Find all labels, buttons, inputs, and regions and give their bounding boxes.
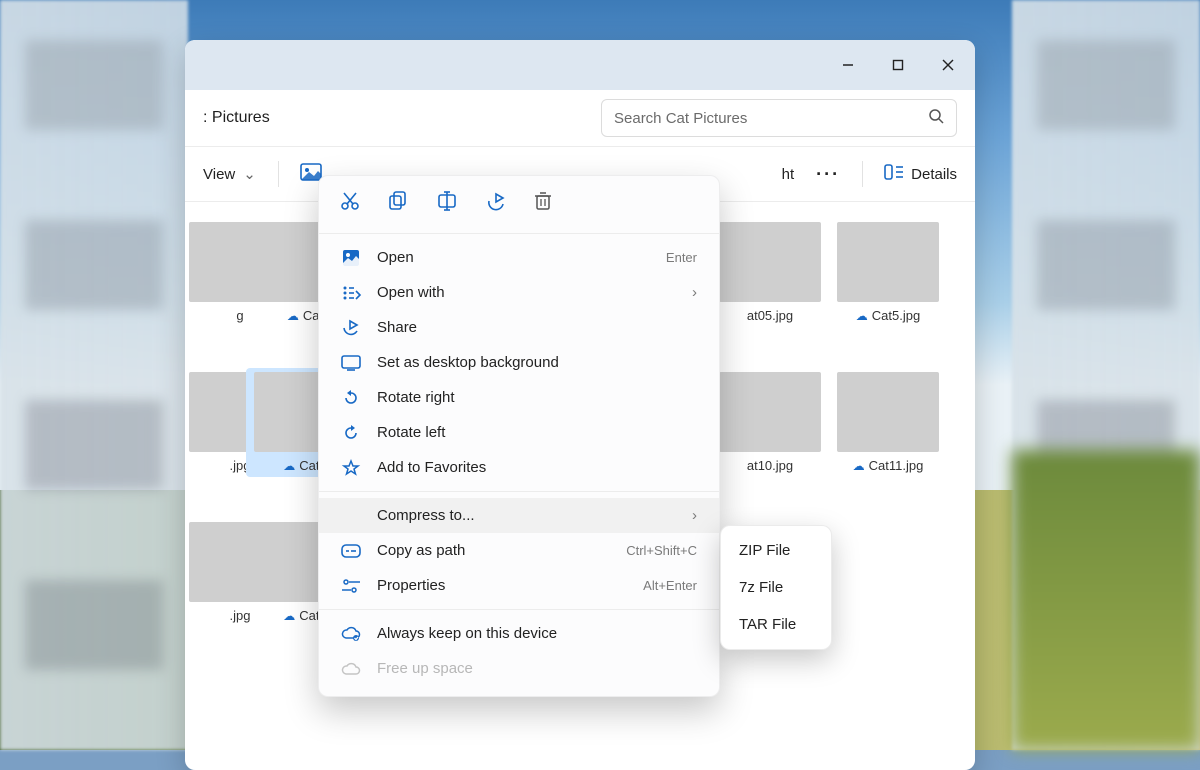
- cut-icon[interactable]: [341, 192, 359, 215]
- menu-share[interactable]: Share: [319, 310, 719, 345]
- context-menu: OpenEnter Open with› Share Set as deskto…: [318, 175, 720, 697]
- cloud-icon: ☁: [283, 609, 295, 623]
- cloud-keep-icon: [341, 627, 361, 641]
- details-view-button[interactable]: Details: [885, 165, 957, 183]
- menu-properties[interactable]: PropertiesAlt+Enter: [319, 568, 719, 603]
- compress-submenu: ZIP File 7z File TAR File: [720, 525, 832, 650]
- toolbar-separator: [278, 161, 279, 187]
- copy-icon[interactable]: [389, 192, 407, 215]
- menu-add-favorites[interactable]: Add to Favorites: [319, 450, 719, 485]
- chevron-right-icon: ›: [692, 507, 697, 524]
- minimize-button[interactable]: [825, 48, 871, 82]
- open-with-icon: [341, 285, 361, 301]
- more-button[interactable]: ···: [816, 164, 840, 185]
- menu-open-with[interactable]: Open with›: [319, 275, 719, 310]
- path-icon: [341, 545, 361, 557]
- search-placeholder: Search Cat Pictures: [614, 110, 747, 127]
- menu-copy-as-path[interactable]: Copy as pathCtrl+Shift+C: [319, 533, 719, 568]
- close-button[interactable]: [925, 48, 971, 82]
- menu-compress-to[interactable]: Compress to...›: [319, 498, 719, 533]
- chevron-down-icon: ⌄: [243, 165, 256, 183]
- menu-rotate-left[interactable]: Rotate left: [319, 415, 719, 450]
- view-label: View: [203, 166, 235, 183]
- rotate-right-icon: [341, 390, 361, 406]
- cloud-icon: ☁: [283, 459, 295, 473]
- file-thumb[interactable]: ☁Cat5.jpg: [833, 222, 943, 323]
- maximize-button[interactable]: [875, 48, 921, 82]
- menu-rotate-right[interactable]: Rotate right: [319, 380, 719, 415]
- rename-icon[interactable]: [437, 192, 457, 215]
- delete-icon[interactable]: [535, 192, 551, 215]
- menu-open[interactable]: OpenEnter: [319, 240, 719, 275]
- cloud-icon: ☁: [853, 459, 865, 473]
- search-input[interactable]: Search Cat Pictures: [601, 99, 957, 137]
- desktop-bg-icon: [341, 356, 361, 370]
- submenu-7z[interactable]: 7z File: [721, 569, 831, 606]
- cloud-icon: ☁: [287, 309, 299, 323]
- search-icon: [929, 109, 944, 128]
- submenu-zip[interactable]: ZIP File: [721, 532, 831, 569]
- share-icon: [341, 320, 361, 336]
- file-thumb[interactable]: ☁Cat11.jpg: [833, 372, 943, 473]
- menu-set-background[interactable]: Set as desktop background: [319, 345, 719, 380]
- share-icon[interactable]: [487, 192, 505, 215]
- toolbar-separator: [862, 161, 863, 187]
- rotate-left-icon: [341, 425, 361, 441]
- open-icon: [341, 250, 361, 266]
- address-bar: : Pictures Search Cat Pictures: [185, 90, 975, 147]
- file-thumb[interactable]: at05.jpg: [715, 222, 825, 323]
- window-titlebar[interactable]: [185, 40, 975, 90]
- toolbar-label-fragment[interactable]: ht: [782, 166, 795, 183]
- breadcrumb[interactable]: : Pictures: [203, 109, 270, 127]
- menu-free-up-space[interactable]: Free up space: [319, 651, 719, 686]
- details-label: Details: [911, 166, 957, 183]
- file-thumb[interactable]: at10.jpg: [715, 372, 825, 473]
- details-icon: [885, 165, 903, 183]
- submenu-tar[interactable]: TAR File: [721, 606, 831, 643]
- properties-icon: [341, 579, 361, 593]
- view-menu[interactable]: View ⌄: [203, 165, 256, 183]
- cloud-icon: [341, 663, 361, 675]
- context-menu-quick-actions: [319, 184, 719, 227]
- cloud-icon: ☁: [856, 309, 868, 323]
- chevron-right-icon: ›: [692, 284, 697, 301]
- star-icon: [341, 460, 361, 476]
- menu-always-keep[interactable]: Always keep on this device: [319, 616, 719, 651]
